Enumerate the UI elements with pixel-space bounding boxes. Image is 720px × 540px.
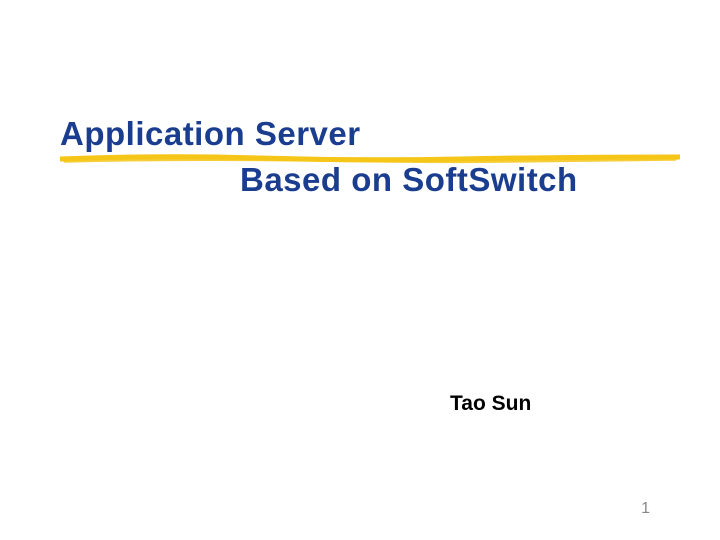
author-name: Tao Sun [450,392,531,416]
title-line-1: Application Server [60,115,680,153]
slide-container: Application Server Based on SoftSwitch T… [0,0,720,540]
title-line-2: Based on SoftSwitch [240,161,680,199]
title-block: Application Server Based on SoftSwitch [60,115,680,199]
page-number: 1 [641,500,650,518]
